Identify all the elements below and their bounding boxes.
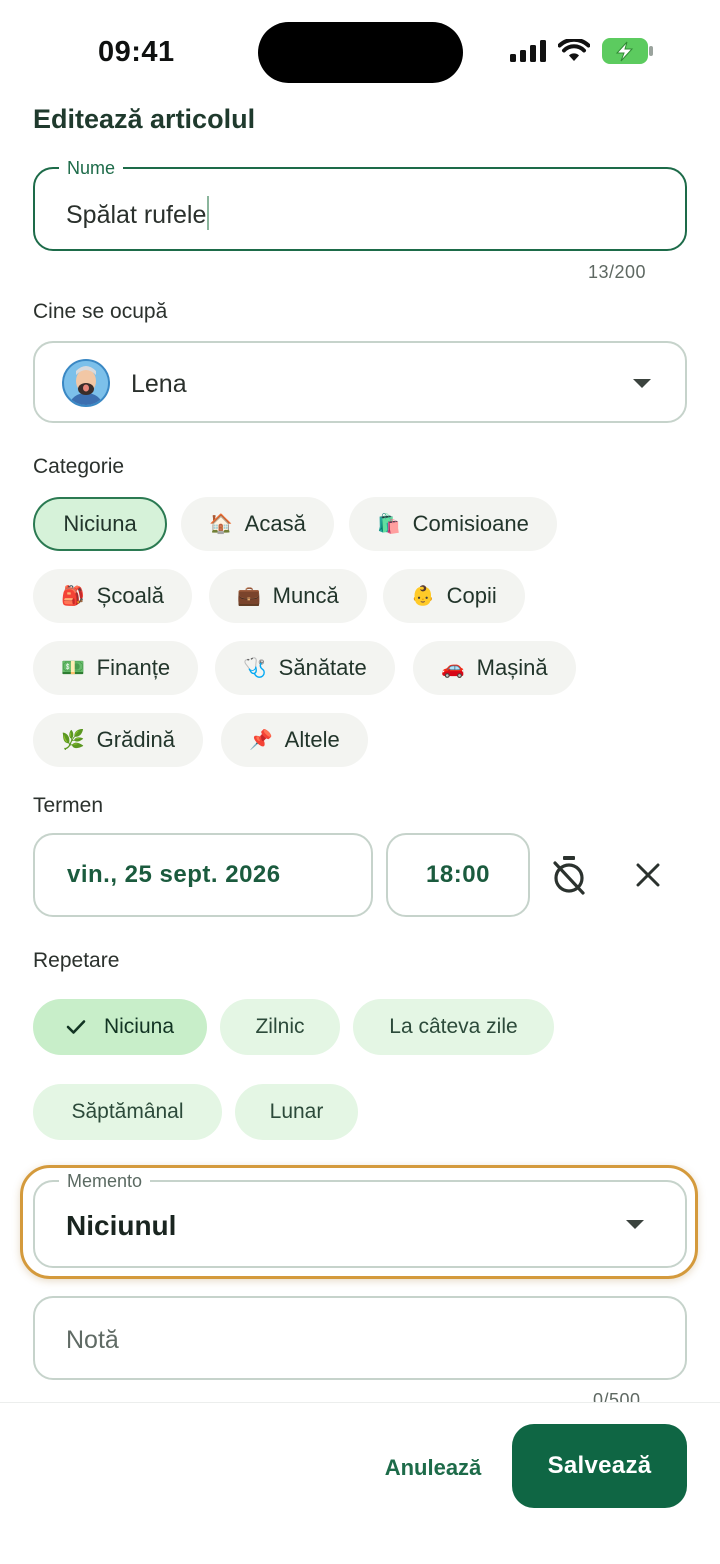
deadline-date-value: vin., 25 sept. 2026 (67, 861, 281, 888)
reminder-dropdown[interactable]: Memento Niciunul (33, 1170, 687, 1268)
chip-label: La câteva zile (389, 1015, 518, 1038)
chip-label: Școală (96, 583, 164, 608)
backpack-icon: 🎒 (61, 586, 85, 607)
baby-icon: 👶 (411, 586, 435, 607)
wifi-icon (558, 39, 590, 61)
note-field[interactable]: Notă (33, 1296, 687, 1380)
category-chip-work[interactable]: 💼 Muncă (209, 569, 367, 623)
category-chip-home[interactable]: 🏠 Acasă (181, 497, 334, 551)
category-chip-other[interactable]: 📌 Altele (221, 713, 368, 767)
category-chip-kids[interactable]: 👶 Copii (383, 569, 525, 623)
reminder-value: Niciunul (66, 1210, 177, 1241)
shopping-bags-icon: 🛍️ (377, 514, 401, 535)
chip-label: Mașină (476, 655, 548, 680)
chip-label: Grădină (96, 727, 175, 752)
repeat-chip-monthly[interactable]: Lunar (235, 1084, 358, 1140)
assignee-label: Cine se ocupă (33, 300, 168, 323)
name-char-counter: 13/200 (588, 262, 647, 282)
cancel-button[interactable]: Anulează (378, 1446, 488, 1490)
chip-label: Finanțe (96, 655, 171, 680)
name-field-label: Nume (59, 157, 124, 179)
category-chip-finance[interactable]: 💵 Finanțe (33, 641, 199, 695)
chip-label: Niciuna (63, 511, 137, 536)
name-field-value[interactable]: Spălat rufele (66, 196, 210, 230)
repeat-chip-every-few-days[interactable]: La câteva zile (353, 999, 554, 1055)
money-icon: 💵 (61, 658, 85, 679)
avatar (62, 359, 110, 407)
battery-charging-icon (602, 38, 653, 64)
category-chip-school[interactable]: 🎒 Școală (33, 569, 192, 623)
dropdown-arrow-icon (626, 1220, 644, 1229)
pushpin-icon: 📌 (249, 730, 273, 751)
chip-label: Altele (284, 727, 340, 752)
reminder-label: Memento (59, 1170, 151, 1192)
category-chip-health[interactable]: 🩺 Sănătate (215, 641, 395, 695)
category-chip-garden[interactable]: 🌿 Grădină (33, 713, 203, 767)
chip-label: Copii (446, 583, 497, 608)
clear-deadline-button[interactable] (626, 853, 670, 897)
dynamic-island (258, 22, 463, 83)
car-icon: 🚗 (441, 658, 465, 679)
close-icon (636, 863, 660, 887)
name-field[interactable]: Nume Spălat rufele (33, 157, 687, 251)
chip-label: Niciuna (103, 1015, 175, 1038)
dropdown-arrow-icon (633, 379, 651, 388)
timer-off-icon (553, 856, 585, 895)
repeat-label: Repetare (33, 949, 120, 972)
chip-label: Comisioane (412, 511, 529, 536)
repeat-chip-none[interactable]: Niciuna (33, 999, 207, 1055)
deadline-time-field[interactable]: 18:00 (386, 833, 530, 917)
briefcase-icon: 💼 (237, 586, 261, 607)
home-icon: 🏠 (209, 514, 233, 535)
chip-label: Săptămânal (71, 1100, 184, 1123)
category-chip-none[interactable]: Niciuna (33, 497, 167, 551)
deadline-label: Termen (33, 794, 104, 817)
category-chip-car[interactable]: 🚗 Mașină (413, 641, 576, 695)
status-icons (510, 38, 654, 64)
page-title: Editează articolul (33, 104, 256, 134)
assignee-value: Lena (131, 370, 187, 398)
category-chip-errands[interactable]: 🛍️ Comisioane (349, 497, 557, 551)
deadline-date-field[interactable]: vin., 25 sept. 2026 (33, 833, 373, 917)
chip-label: Muncă (272, 583, 339, 608)
chip-label: Acasă (244, 511, 306, 536)
edit-item-screen: 09:41 Editează articolul Nume Spălat ruf… (0, 0, 720, 1564)
cellular-signal-icon (510, 40, 546, 62)
text-caret (207, 196, 210, 230)
repeat-chip-daily[interactable]: Zilnic (220, 999, 340, 1055)
assignee-dropdown[interactable]: Lena (33, 341, 687, 423)
herb-icon: 🌿 (61, 730, 85, 751)
chip-label: Zilnic (255, 1015, 305, 1038)
save-button[interactable]: Salvează (512, 1424, 687, 1508)
status-time: 09:41 (98, 36, 175, 68)
deadline-time-value: 18:00 (426, 861, 490, 888)
note-placeholder: Notă (66, 1326, 119, 1354)
category-label: Categorie (33, 455, 125, 478)
stethoscope-icon: 🩺 (243, 658, 267, 679)
chip-label: Sănătate (278, 655, 367, 680)
timer-off-button[interactable] (547, 853, 591, 897)
chip-label: Lunar (269, 1100, 324, 1123)
check-icon (66, 1019, 86, 1035)
repeat-chip-weekly[interactable]: Săptămânal (33, 1084, 222, 1140)
